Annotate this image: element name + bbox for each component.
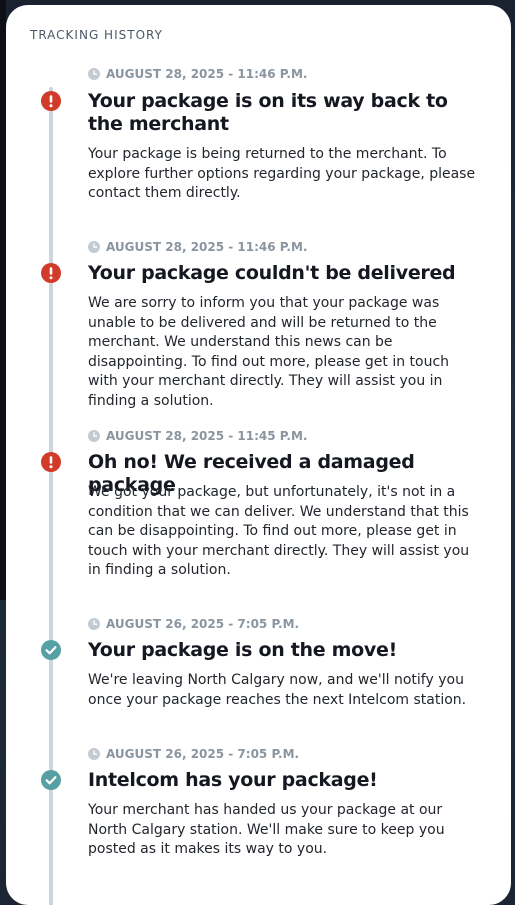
- timestamp-text: AUGUST 28, 2025 - 11:46 P.M.: [106, 67, 308, 81]
- event-title: Intelcom has your package!: [88, 769, 378, 791]
- event-timestamp: AUGUST 28, 2025 - 11:46 P.M.: [88, 239, 307, 255]
- exclamation-icon: [49, 456, 53, 469]
- clock-icon: [88, 68, 100, 80]
- event-timestamp: AUGUST 26, 2025 - 7:05 P.M.: [88, 746, 299, 762]
- status-success-dot: [41, 640, 61, 660]
- event-description: We're leaving North Calgary now, and we'…: [88, 672, 467, 708]
- tracking-history-card: TRACKING HISTORY AUGUST 28, 2025 - 11:46…: [6, 5, 511, 905]
- clock-icon: [88, 748, 100, 760]
- event-title: Your package is on the move!: [88, 639, 397, 661]
- exclamation-icon: [49, 267, 53, 280]
- event-description: Your package is being returned to the me…: [88, 146, 476, 201]
- event-title: Your package couldn't be delivered: [88, 262, 456, 284]
- status-alert-dot: [41, 452, 61, 472]
- checkmark-icon: [45, 646, 57, 655]
- event-title: Your package is on its way back to the m…: [88, 90, 448, 135]
- timestamp-text: AUGUST 26, 2025 - 7:05 P.M.: [106, 747, 300, 761]
- clock-icon: [88, 241, 100, 253]
- status-success-dot: [41, 770, 61, 790]
- clock-icon: [88, 430, 100, 442]
- event-timestamp: AUGUST 26, 2025 - 7:05 P.M.: [88, 616, 299, 632]
- checkmark-icon: [45, 776, 57, 785]
- exclamation-icon: [49, 95, 53, 108]
- event-description: Your merchant has handed us your package…: [88, 802, 445, 857]
- event-description: We got your package, but unfortunately, …: [88, 484, 470, 578]
- timestamp-text: AUGUST 28, 2025 - 11:46 P.M.: [106, 240, 308, 254]
- event-timestamp: AUGUST 28, 2025 - 11:45 P.M.: [88, 428, 307, 444]
- section-title: TRACKING HISTORY: [30, 28, 163, 42]
- event-description: We are sorry to inform you that your pac…: [88, 295, 450, 409]
- timestamp-text: AUGUST 28, 2025 - 11:45 P.M.: [106, 429, 308, 443]
- status-alert-dot: [41, 91, 61, 111]
- clock-icon: [88, 618, 100, 630]
- timestamp-text: AUGUST 26, 2025 - 7:05 P.M.: [106, 617, 300, 631]
- status-alert-dot: [41, 263, 61, 283]
- event-timestamp: AUGUST 28, 2025 - 11:46 P.M.: [88, 66, 307, 82]
